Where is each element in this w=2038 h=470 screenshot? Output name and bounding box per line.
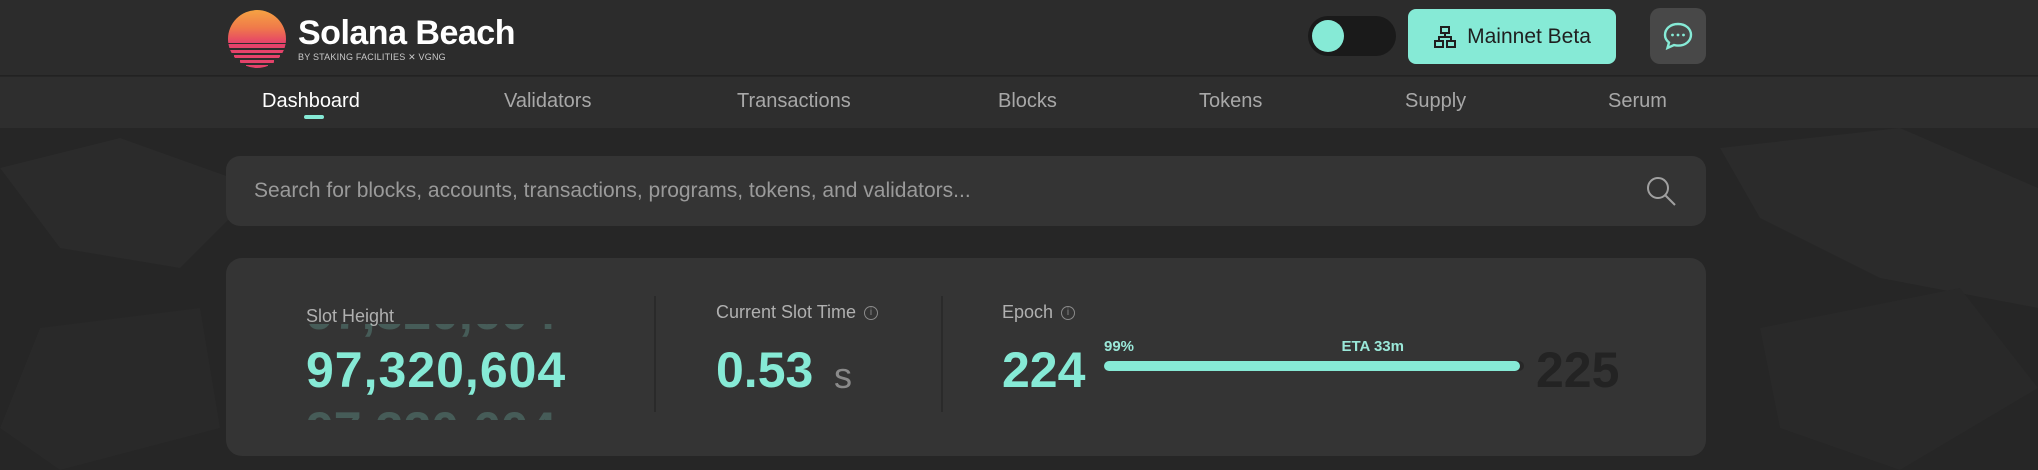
epoch-eta: ETA 33m xyxy=(1341,338,1404,355)
epoch-progress-percent: 99% xyxy=(1104,338,1135,355)
nav-transactions[interactable]: Transactions xyxy=(737,90,851,113)
network-select-button[interactable]: Mainnet Beta xyxy=(1408,9,1616,64)
slot-height-ghost-top: 97,320,604 xyxy=(306,324,556,340)
main-nav: Dashboard Validators Transactions Blocks… xyxy=(0,77,2038,128)
slot-time-unit: s xyxy=(834,355,852,396)
logo[interactable]: Solana Beach BY STAKING FACILITIES ✕ VGN… xyxy=(226,9,515,69)
epoch-current: 224 xyxy=(1002,342,1086,398)
sunset-logo-icon xyxy=(228,10,286,68)
nav-validators[interactable]: Validators xyxy=(504,90,591,113)
search-icon[interactable] xyxy=(1644,174,1678,208)
nav-tokens[interactable]: Tokens xyxy=(1199,90,1262,113)
nav-serum[interactable]: Serum xyxy=(1608,90,1667,113)
nav-active-indicator xyxy=(304,115,324,119)
nav-supply[interactable]: Supply xyxy=(1405,90,1466,113)
epoch-progress-fill xyxy=(1104,361,1520,371)
stat-divider xyxy=(941,296,943,412)
theme-toggle-knob xyxy=(1312,20,1344,52)
info-icon[interactable]: i xyxy=(1061,305,1076,320)
app-title: Solana Beach xyxy=(298,14,515,52)
epoch-label: Epoch i xyxy=(1002,302,1076,323)
epoch-progress-bar xyxy=(1104,361,1524,371)
slot-height-value: 97,320,604 xyxy=(306,342,567,398)
network-icon xyxy=(1434,25,1457,48)
app-subtitle: BY STAKING FACILITIES ✕ VGNG xyxy=(298,52,446,62)
top-header: Solana Beach BY STAKING FACILITIES ✕ VGN… xyxy=(0,0,2038,76)
epoch-next: 225 xyxy=(1536,342,1620,398)
stat-divider xyxy=(654,296,656,412)
network-label: Mainnet Beta xyxy=(1467,24,1591,48)
slot-time-label: Current Slot Time i xyxy=(716,302,879,323)
nav-dashboard[interactable]: Dashboard xyxy=(262,90,360,113)
network-stats-card: Slot Height 97,320,604 97,320,604 97,320… xyxy=(226,258,1706,456)
search-input[interactable] xyxy=(254,156,1634,226)
slot-time-value: 0.53 xyxy=(716,342,814,398)
chat-button[interactable] xyxy=(1650,8,1706,64)
search-bar xyxy=(226,156,1706,226)
chat-icon xyxy=(1663,22,1693,51)
slot-time-label-text: Current Slot Time xyxy=(716,302,857,322)
slot-height-ghost-bottom: 97,320,604 xyxy=(306,402,556,420)
nav-blocks[interactable]: Blocks xyxy=(998,90,1057,113)
epoch-label-text: Epoch xyxy=(1002,302,1054,322)
theme-toggle[interactable] xyxy=(1308,16,1396,56)
info-icon[interactable]: i xyxy=(864,305,879,320)
